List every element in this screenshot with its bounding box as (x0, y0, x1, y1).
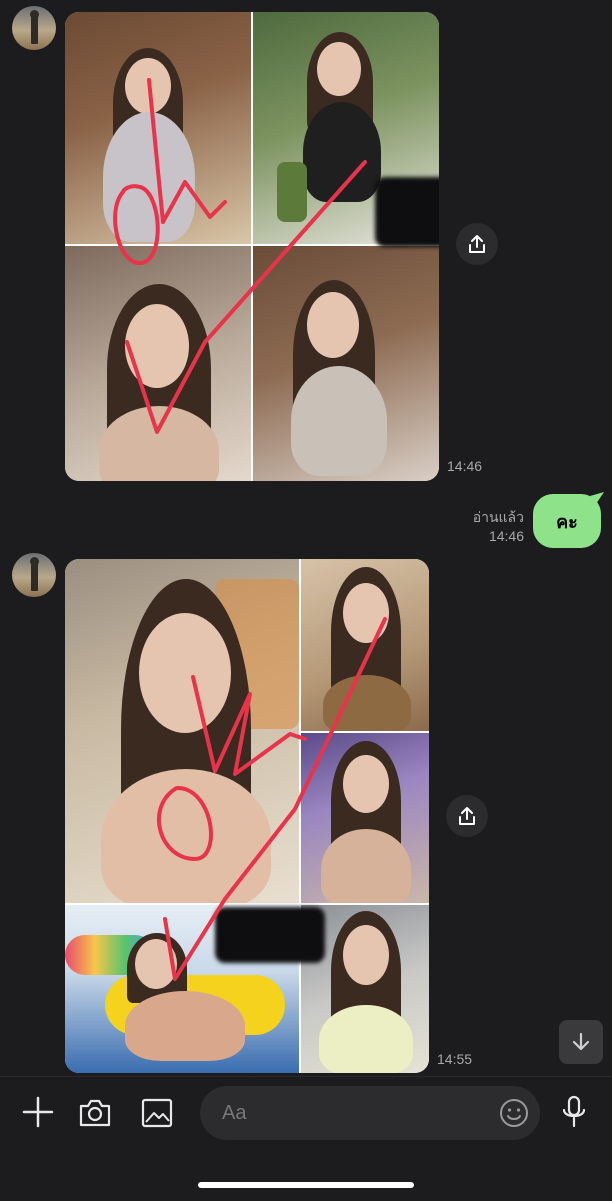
sender-avatar[interactable] (12, 553, 56, 597)
read-receipt: อ่านแล้ว 14:46 (450, 508, 524, 546)
message-input[interactable] (200, 1086, 540, 1140)
bubble-tail (590, 492, 604, 504)
read-label: อ่านแล้ว (472, 509, 524, 525)
home-indicator (198, 1182, 414, 1188)
camera-button[interactable] (78, 1096, 112, 1130)
red-annotation-scribble (113, 78, 367, 434)
share-icon (469, 235, 485, 253)
share-button[interactable] (456, 223, 498, 265)
sender-avatar[interactable] (12, 6, 56, 50)
gallery-button[interactable] (140, 1096, 174, 1130)
emoji-button[interactable] (498, 1097, 530, 1129)
microphone-icon (562, 1095, 586, 1128)
image-icon (141, 1098, 173, 1128)
message-time: 14:46 (447, 458, 483, 474)
message-input-placeholder: Aa (222, 1102, 247, 1124)
add-button[interactable] (20, 1094, 56, 1130)
red-annotation-scribble (157, 617, 387, 981)
share-icon (459, 807, 475, 825)
plus-icon (22, 1096, 54, 1128)
emoji-icon (500, 1099, 528, 1127)
camera-icon (79, 1099, 111, 1127)
message-time: 14:46 (488, 528, 524, 544)
photo-collage-message[interactable] (65, 559, 429, 1073)
arrow-down-icon (572, 1032, 590, 1051)
message-time: 14:55 (437, 1051, 473, 1067)
share-button[interactable] (446, 795, 488, 837)
voice-button[interactable] (558, 1094, 590, 1130)
photo-collage-message[interactable] (65, 12, 439, 481)
message-text: คะ (556, 511, 578, 532)
scroll-to-bottom-button[interactable] (559, 1020, 603, 1064)
